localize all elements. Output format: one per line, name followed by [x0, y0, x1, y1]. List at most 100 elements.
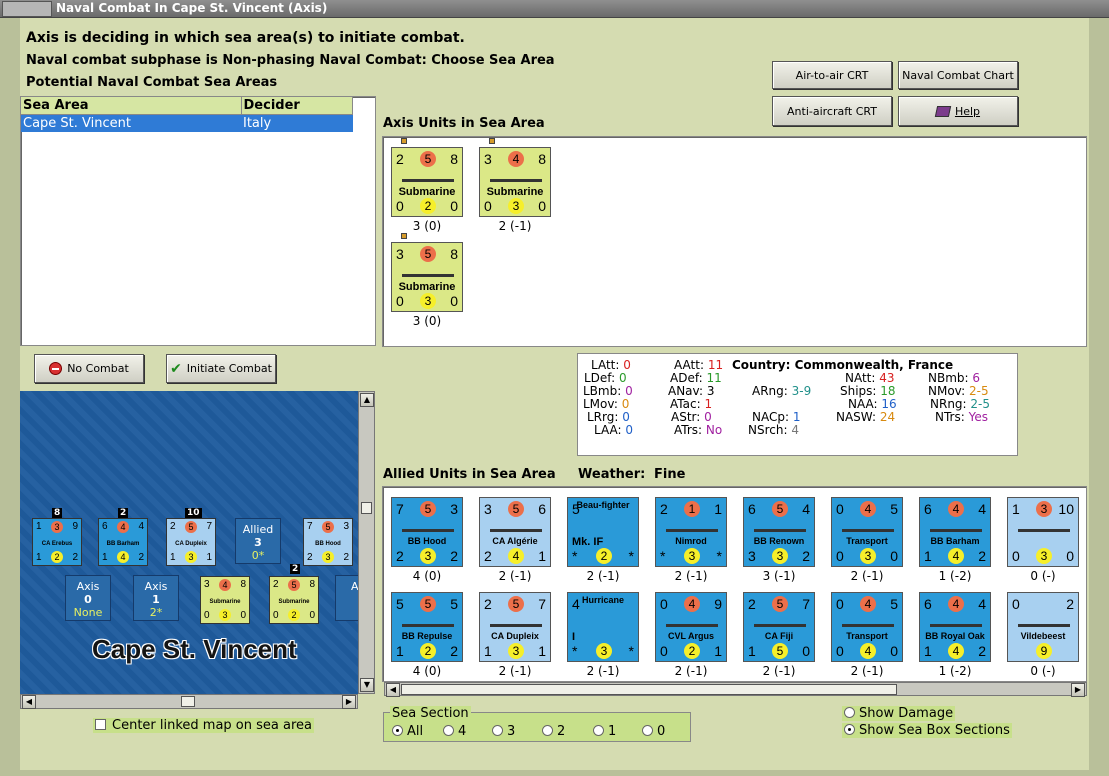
scroll-thumb[interactable]: [361, 502, 372, 514]
unit-counter[interactable]: 0 4 5 Transport 0 4 0: [831, 592, 903, 662]
axis-sea-box[interactable]: Ax: [335, 575, 358, 621]
unit-name: Vildebeest: [1020, 631, 1066, 641]
counter-value: 8: [538, 151, 546, 167]
unit-counter[interactable]: 2 5 8 Submarine 0 2 0: [391, 147, 463, 217]
counter-value: 1: [714, 643, 722, 659]
section-0-radio[interactable]: 0: [642, 724, 665, 739]
map-unit-counter[interactable]: 6 4 4 BB Barham 1 4 2: [98, 518, 148, 566]
scroll-thumb[interactable]: [401, 684, 897, 695]
axis-sea-box[interactable]: Axis 1 2*: [133, 575, 179, 621]
section-4-radio[interactable]: 4: [443, 724, 466, 739]
axis-box-sub: None: [73, 606, 103, 619]
no-combat-button[interactable]: No Combat: [34, 354, 144, 383]
help-button[interactable]: Help: [898, 96, 1018, 126]
unit-name: Nimrod: [675, 536, 707, 546]
section-2-radio[interactable]: 2: [542, 724, 565, 739]
counter-value: *: [716, 548, 722, 564]
counter-value: 0: [309, 610, 315, 621]
section-0-label: 0: [657, 724, 666, 739]
allied-horizontal-scrollbar[interactable]: ◀ ▶: [384, 682, 1087, 697]
unit-name: Submarine: [209, 599, 241, 605]
section-1-radio[interactable]: 1: [593, 724, 616, 739]
axis-sea-box[interactable]: Axis 0 None: [65, 575, 111, 621]
unit-caption: 2 (-1): [674, 569, 708, 583]
allied-sea-box[interactable]: Allied 3 0*: [235, 518, 281, 564]
attack-circle: 4: [860, 501, 876, 517]
section-all-radio[interactable]: All: [392, 724, 423, 739]
sea-area-list[interactable]: Sea Area Decider Cape St. Vincent Italy: [20, 96, 376, 346]
scroll-up-icon[interactable]: ▲: [360, 393, 374, 407]
map-unit-counter[interactable]: 1 3 9 CA Erebus 1 2 2: [32, 518, 82, 566]
counter-value: 2: [978, 548, 986, 564]
anti-aircraft-crt-button[interactable]: Anti-aircraft CRT: [772, 96, 892, 126]
country-label: Country: Commonwealth, France: [732, 358, 954, 372]
show-sections-radio[interactable]: Show Sea Box Sections: [842, 723, 1012, 738]
window-menu-icon[interactable]: [2, 1, 52, 17]
counter-value: 1: [102, 552, 108, 563]
center-map-checkbox[interactable]: Center linked map on sea area: [93, 718, 314, 733]
unit-caption: 3 (0): [412, 314, 442, 328]
unit-counter[interactable]: 6 4 4 BB Royal Oak 1 4 2: [919, 592, 991, 662]
axis-box-sub: 2*: [149, 606, 163, 619]
unit-counter[interactable]: 3 5 6 CA Algérie 2 4 1: [479, 497, 551, 567]
initiate-combat-button[interactable]: ✔ Initiate Combat: [166, 354, 276, 383]
unit-counter[interactable]: 5 5 5 BB Repulse 1 2 2: [391, 592, 463, 662]
defense-circle: 4: [860, 643, 876, 659]
radio-icon[interactable]: [542, 725, 553, 736]
map-unit-counter[interactable]: 2 5 8 Submarine 0 2 0: [269, 576, 319, 624]
defense-circle: 3: [596, 643, 612, 659]
unit-name: CA Fiji: [764, 631, 794, 641]
checkbox-icon[interactable]: [95, 719, 106, 730]
scroll-thumb[interactable]: [181, 696, 195, 707]
radio-icon[interactable]: [642, 725, 653, 736]
sea-area-map[interactable]: 8 2 10 2 Allied 3 0* Axis 0 None Axis 1 …: [20, 391, 358, 694]
unit-counter[interactable]: 0 4 5 Transport 0 3 0: [831, 497, 903, 567]
map-unit-counter[interactable]: 2 5 7 CA Dupleix 1 3 1: [166, 518, 216, 566]
map-vertical-scrollbar[interactable]: ▲ ▼: [358, 391, 375, 694]
unit-counter[interactable]: 7 5 3 BB Hood 2 3 2: [391, 497, 463, 567]
unit-counter[interactable]: 0 2 Vildebeest 9: [1007, 592, 1079, 662]
counter-value: 9: [714, 596, 722, 612]
column-decider[interactable]: Decider: [241, 97, 353, 115]
counter-value: 0: [484, 198, 492, 214]
show-damage-radio[interactable]: Show Damage: [842, 706, 956, 721]
unit-counter[interactable]: 6 5 4 BB Renown 3 3 2: [743, 497, 815, 567]
cell-decider[interactable]: Italy: [241, 114, 353, 132]
radio-icon[interactable]: [844, 707, 855, 718]
unit-counter[interactable]: 2 5 7 CA Dupleix 1 3 1: [479, 592, 551, 662]
unit-counter[interactable]: 4 Hurricane I * 3 *: [567, 592, 639, 662]
unit-counter[interactable]: 2 5 7 CA Fiji 1 5 0: [743, 592, 815, 662]
section-3-radio[interactable]: 3: [492, 724, 515, 739]
unit-counter[interactable]: 6 4 4 BB Barham 1 4 2: [919, 497, 991, 567]
map-unit-counter[interactable]: 3 4 8 Submarine 0 3 0: [200, 576, 250, 624]
scroll-left-icon[interactable]: ◀: [386, 683, 400, 697]
unit-counter[interactable]: 3 5 8 Submarine 0 3 0: [391, 242, 463, 312]
scroll-left-icon[interactable]: ◀: [22, 695, 36, 709]
map-unit-counter[interactable]: 7 5 3 BB Hood 2 3 2: [303, 518, 353, 566]
naval-combat-chart-button[interactable]: Naval Combat Chart: [898, 61, 1018, 89]
air-to-air-crt-button[interactable]: Air-to-air CRT: [772, 61, 892, 89]
unit-counter[interactable]: 2 1 1 Nimrod * 3 *: [655, 497, 727, 567]
radio-icon[interactable]: [492, 725, 503, 736]
unit-counter[interactable]: 0 4 9 CVL Argus 0 2 1: [655, 592, 727, 662]
counter-value: 1: [484, 643, 492, 659]
radio-selected-icon[interactable]: [392, 725, 403, 736]
cell-sea-area[interactable]: Cape St. Vincent: [21, 114, 241, 132]
ship-silhouette-icon: [842, 619, 894, 627]
radio-selected-icon[interactable]: [844, 724, 855, 735]
unit-name: BB Hood: [407, 536, 447, 546]
scroll-right-icon[interactable]: ▶: [342, 695, 356, 709]
unit-marker-icon: [401, 138, 407, 144]
map-horizontal-scrollbar[interactable]: ◀ ▶: [20, 694, 358, 709]
unit-counter[interactable]: 1 3 10 0 3 0: [1007, 497, 1079, 567]
ship-silhouette-icon: [490, 174, 542, 182]
radio-icon[interactable]: [443, 725, 454, 736]
scroll-down-icon[interactable]: ▼: [360, 678, 374, 692]
radio-icon[interactable]: [593, 725, 604, 736]
unit-counter[interactable]: 5 Beau-fighter Mk. IF * 2 *: [567, 497, 639, 567]
table-row[interactable]: Cape St. Vincent Italy: [21, 114, 353, 132]
unit-counter[interactable]: 3 4 8 Submarine 0 3 0: [479, 147, 551, 217]
column-sea-area[interactable]: Sea Area: [21, 97, 242, 115]
attack-circle: 5: [508, 596, 524, 612]
scroll-right-icon[interactable]: ▶: [1071, 683, 1085, 697]
